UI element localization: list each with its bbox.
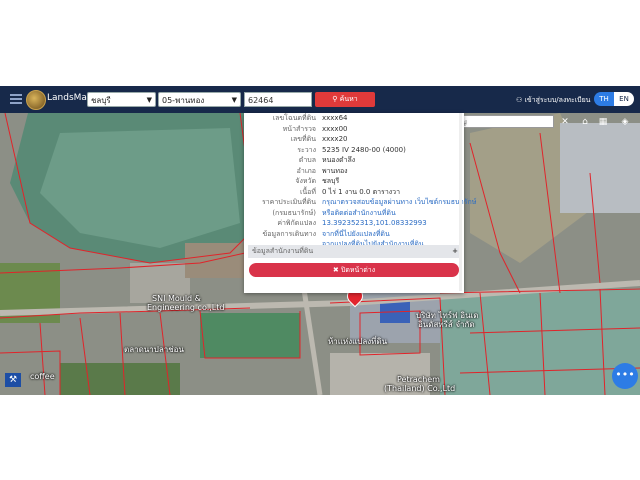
info-row-key: (กรมธนารักษ์) (272, 208, 316, 217)
map-label-cafe: coffee (30, 372, 55, 381)
chevron-down-icon: ▼ (146, 96, 152, 104)
info-row-value: พานทอง (322, 166, 348, 175)
user-icon: ⚇ (516, 96, 523, 104)
info-row-key: เนื้อที่ (300, 187, 316, 196)
info-row-value[interactable]: จากที่นี่ไปยังแปลงที่ดิน (322, 229, 390, 240)
panel-scrollbar[interactable] (459, 113, 462, 291)
lang-en-button[interactable]: EN (614, 92, 634, 106)
info-row: ราคาประเมินที่ดิน กรุณาตรวจสอบข้อมูลผ่านท… (244, 197, 476, 208)
info-row: เลขโฉนดที่ดิน xxxx64 (244, 113, 464, 124)
parcel-number-input[interactable]: 62464 (244, 92, 312, 107)
map-tools-icon[interactable]: ⚒ (5, 373, 21, 387)
info-row-key: เลขโฉนดที่ดิน (272, 114, 316, 122)
info-row: ข้อมูลการเดินทาง จากที่นี่ไปยังแปลงที่ดิน (244, 229, 464, 240)
search-button[interactable]: ⚲ ค้นหา (315, 92, 375, 107)
close-window-button[interactable]: ✖ ปิดหน้าต่าง (249, 263, 459, 277)
info-row-value: 0 ไร่ 1 งาน 0.0 ตารางวา (322, 187, 401, 196)
info-row: ตำบล หนองตำลึง (244, 155, 464, 166)
info-row-value[interactable]: กรุณาตรวจสอบข้อมูลผ่านทาง เว็บไซต์กรมธนา… (322, 197, 476, 208)
top-navbar: LandsMaps ชลบุรี ▼ 05-พานทอง ▼ 62464 ⚲ ค… (0, 86, 640, 113)
info-row-value: หนองตำลึง (322, 156, 356, 164)
info-row-key: เลขที่ดิน (290, 135, 316, 143)
info-row-value[interactable]: 13.392352313,101.08332993 (322, 218, 427, 229)
more-actions-button[interactable]: ••• (612, 363, 638, 389)
map-label-sni-2: Engineering co.,Ltd (147, 303, 225, 312)
info-row-key: หน้าสำรวจ (282, 124, 316, 133)
info-row: ค่าพิกัดแปลง 13.392352313,101.08332993 (244, 218, 464, 229)
parcel-info-rows: เลขโฉนดที่ดิน xxxx64 หน้าสำรวจ xxxx00 เลขที่… (244, 113, 476, 250)
parcel-info-panel: เลขโฉนดที่ดิน xxxx64 หน้าสำรวจ xxxx00 เลขที่… (244, 113, 476, 293)
land-office-section[interactable]: ข้อมูลสำนักงานที่ดิน + (248, 245, 462, 258)
search-label: ค้นหา (339, 95, 358, 103)
expand-icon: + (452, 247, 458, 255)
province-value: ชลบุรี (91, 96, 111, 105)
map-label-point: ห้าแห่งแปลงที่ดิน (328, 337, 388, 346)
info-row-key: จังหวัด (295, 177, 316, 185)
map-label-petrachem-2: (Thailand) Co.,Ltd (384, 384, 456, 393)
info-row-key: ข้อมูลการเดินทาง (262, 229, 316, 238)
info-row-value: ชลบุรี (322, 177, 340, 185)
info-row-key: ราคาประเมินที่ดิน (261, 198, 316, 206)
info-row: เนื้อที่ 0 ไร่ 1 งาน 0.0 ตารางวา (244, 187, 464, 198)
info-row: (กรมธนารักษ์) หรือติดต่อสำนักงานที่ดิน (244, 208, 464, 219)
search-icon: ⚲ (332, 95, 338, 103)
login-label: เข้าสู่ระบบ/ลงทะเบียน (524, 96, 591, 104)
landsmaps-logo (26, 90, 46, 110)
info-row-key: ค่าพิกัดแปลง (277, 219, 316, 227)
info-row-value[interactable]: หรือติดต่อสำนักงานที่ดิน (322, 208, 396, 219)
lang-th-button[interactable]: TH (594, 92, 614, 106)
close-icon[interactable]: ✕ (557, 114, 573, 130)
land-office-section-label: ข้อมูลสำนักงานที่ดิน (252, 247, 314, 255)
district-select[interactable]: 05-พานทอง ▼ (158, 92, 241, 107)
info-row: จังหวัด ชลบุรี (244, 176, 464, 187)
info-row-value: xxxx00 (322, 124, 348, 133)
login-link[interactable]: ⚇ เข้าสู่ระบบ/ลงทะเบียน (516, 95, 590, 106)
map-label-market: ตลาดนาปลาช่อน (124, 345, 184, 354)
close-window-label: ปิดหน้าต่าง (340, 266, 376, 274)
map-label-petrachem: Petrachem (397, 375, 440, 384)
map-label-sni: SNI Mould & (152, 294, 201, 303)
map-label-company-2: อินดัสทรีส์ จำกัด (418, 320, 475, 329)
info-row: ระวาง 5235 IV 2480-00 (4000) (244, 145, 464, 156)
app-window: LandsMaps ชลบุรี ▼ 05-พานทอง ▼ 62464 ⚲ ค… (0, 86, 640, 395)
info-row-value: xxxx20 (322, 135, 348, 143)
info-row: เลขที่ดิน xxxx20 (244, 134, 464, 145)
info-row: หน้าสำรวจ xxxx00 (244, 124, 464, 135)
grid-icon[interactable]: ▦ (595, 114, 611, 130)
info-row-key: ตำบล (298, 156, 316, 164)
close-icon: ✖ (332, 266, 339, 274)
menu-icon[interactable] (10, 94, 22, 104)
info-row-value: xxxx64 (322, 114, 348, 122)
chevron-down-icon: ▼ (231, 96, 237, 104)
layers-icon[interactable]: ◈ (617, 114, 633, 130)
info-row-key: ระวาง (297, 145, 316, 154)
district-value: 05-พานทอง (162, 96, 205, 105)
info-row-value: 5235 IV 2480-00 (4000) (322, 145, 406, 154)
home-icon[interactable]: ⌂ (577, 114, 593, 130)
info-row-key: อำเภอ (296, 166, 316, 175)
info-row: อำเภอ พานทอง (244, 166, 464, 177)
province-select[interactable]: ชลบุรี ▼ (87, 92, 156, 107)
